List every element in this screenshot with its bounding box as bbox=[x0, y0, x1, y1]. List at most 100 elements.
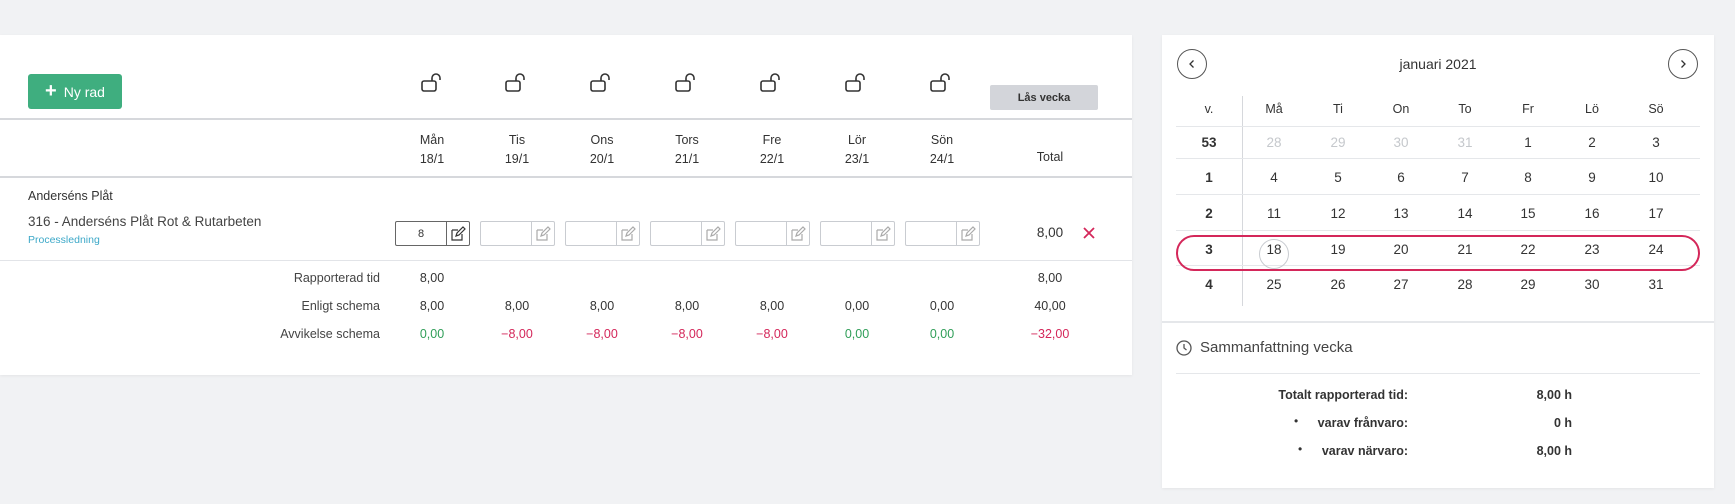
summary-value: −8,00 bbox=[671, 327, 703, 341]
total-header: Total bbox=[1036, 150, 1064, 164]
calendar-day[interactable]: 1 bbox=[1503, 135, 1553, 150]
summary-value: −8,00 bbox=[586, 327, 618, 341]
edit-icon[interactable] bbox=[531, 222, 554, 245]
hours-input[interactable] bbox=[565, 221, 640, 246]
calendar-day[interactable]: 12 bbox=[1313, 206, 1363, 221]
unlock-icon[interactable] bbox=[589, 73, 613, 93]
calendar-day[interactable]: 16 bbox=[1567, 206, 1617, 221]
edit-icon[interactable] bbox=[701, 222, 724, 245]
calendar-day[interactable]: 7 bbox=[1440, 170, 1490, 185]
hours-input[interactable] bbox=[735, 221, 810, 246]
deviation-label: Avvikelse schema bbox=[280, 327, 380, 341]
bullet: • bbox=[1294, 414, 1299, 428]
calendar-day[interactable]: 30 bbox=[1376, 135, 1426, 150]
new-row-label: Ny rad bbox=[63, 83, 105, 100]
task-name: 316 - Anderséns Plåt Rot & Rutarbeten bbox=[28, 214, 262, 229]
weekday-header: Ti bbox=[1333, 102, 1343, 116]
divider bbox=[0, 176, 1132, 178]
divider bbox=[1176, 126, 1700, 127]
hours-input[interactable]: 8 bbox=[395, 221, 470, 246]
edit-icon[interactable] bbox=[446, 222, 469, 245]
hours-input[interactable] bbox=[650, 221, 725, 246]
plus-icon: + bbox=[45, 79, 57, 102]
weekday-header: To bbox=[1458, 102, 1472, 116]
presence-value: 8,00 h bbox=[1536, 444, 1572, 458]
edit-icon[interactable] bbox=[616, 222, 639, 245]
unlock-icon[interactable] bbox=[674, 73, 698, 93]
summary-value: 0,00 bbox=[929, 299, 955, 313]
total-reported-value: 8,00 h bbox=[1536, 388, 1572, 402]
hours-input[interactable] bbox=[480, 221, 555, 246]
week-number[interactable]: 1 bbox=[1184, 170, 1234, 185]
row-total: 8,00 bbox=[1036, 225, 1064, 240]
calendar-day[interactable]: 14 bbox=[1440, 206, 1490, 221]
edit-icon[interactable] bbox=[786, 222, 809, 245]
selected-day-highlight bbox=[1259, 239, 1289, 269]
summary-value: 0,00 bbox=[844, 327, 870, 341]
calendar-day[interactable]: 4 bbox=[1249, 170, 1299, 185]
summary-value: 8,00 bbox=[504, 299, 530, 313]
calendar-day[interactable]: 8 bbox=[1503, 170, 1553, 185]
hours-input[interactable] bbox=[820, 221, 895, 246]
hours-input[interactable] bbox=[905, 221, 980, 246]
summary-total: 40,00 bbox=[1034, 299, 1066, 313]
selected-week-highlight bbox=[1176, 235, 1700, 271]
divider bbox=[0, 118, 1132, 120]
presence-label: varav närvaro: bbox=[1321, 444, 1408, 458]
unlock-icon[interactable] bbox=[844, 73, 868, 93]
divider bbox=[1176, 194, 1700, 195]
lock-week-button[interactable]: Lås vecka bbox=[990, 85, 1098, 110]
week-number[interactable]: 53 bbox=[1184, 135, 1234, 150]
reported-label: Rapporterad tid bbox=[293, 271, 380, 285]
calendar-day[interactable]: 15 bbox=[1503, 206, 1553, 221]
subtask-link[interactable]: Processledning bbox=[28, 234, 100, 246]
calendar-day[interactable]: 5 bbox=[1313, 170, 1363, 185]
week-column-header: v. bbox=[1204, 102, 1214, 116]
calendar-day[interactable]: 29 bbox=[1503, 277, 1553, 292]
summary-value: 8,00 bbox=[759, 299, 785, 313]
calendar-day[interactable]: 10 bbox=[1631, 170, 1681, 185]
summary-value: 8,00 bbox=[419, 299, 445, 313]
absence-value: 0 h bbox=[1553, 416, 1572, 430]
calendar-day[interactable]: 29 bbox=[1313, 135, 1363, 150]
unlock-icon[interactable] bbox=[504, 73, 528, 93]
divider bbox=[1176, 230, 1700, 231]
unlock-icon[interactable] bbox=[759, 73, 783, 93]
summary-value: −8,00 bbox=[501, 327, 533, 341]
new-row-button[interactable]: + Ny rad bbox=[28, 74, 122, 109]
calendar-day[interactable]: 27 bbox=[1376, 277, 1426, 292]
edit-icon[interactable] bbox=[871, 222, 894, 245]
calendar-day[interactable]: 28 bbox=[1440, 277, 1490, 292]
calendar-day[interactable]: 6 bbox=[1376, 170, 1426, 185]
calendar-day[interactable]: 13 bbox=[1376, 206, 1426, 221]
week-number[interactable]: 2 bbox=[1184, 206, 1234, 221]
calendar-day[interactable]: 30 bbox=[1567, 277, 1617, 292]
project-name: Anderséns Plåt bbox=[28, 189, 113, 203]
day-header: Lör 23/1 bbox=[844, 133, 870, 166]
next-month-button[interactable] bbox=[1668, 49, 1698, 79]
summary-value: 0,00 bbox=[929, 327, 955, 341]
calendar-day[interactable]: 9 bbox=[1567, 170, 1617, 185]
edit-icon[interactable] bbox=[956, 222, 979, 245]
week-summary-title: Sammanfattning vecka bbox=[1176, 339, 1353, 356]
total-reported-label: Totalt rapporterad tid: bbox=[1278, 388, 1408, 402]
calendar-day[interactable]: 3 bbox=[1631, 135, 1681, 150]
month-label: januari 2021 bbox=[1399, 56, 1477, 72]
unlock-icon[interactable] bbox=[420, 73, 444, 93]
calendar-day[interactable]: 31 bbox=[1440, 135, 1490, 150]
summary-value: −8,00 bbox=[756, 327, 788, 341]
unlock-icon[interactable] bbox=[929, 73, 953, 93]
summary-value: 0,00 bbox=[419, 327, 445, 341]
delete-row-button[interactable] bbox=[1080, 222, 1098, 244]
week-number[interactable]: 4 bbox=[1184, 277, 1234, 292]
calendar-day[interactable]: 17 bbox=[1631, 206, 1681, 221]
calendar-day[interactable]: 2 bbox=[1567, 135, 1617, 150]
calendar-day[interactable]: 11 bbox=[1249, 206, 1299, 221]
calendar-day[interactable]: 28 bbox=[1249, 135, 1299, 150]
calendar-day[interactable]: 25 bbox=[1249, 277, 1299, 292]
calendar-day[interactable]: 31 bbox=[1631, 277, 1681, 292]
divider bbox=[1162, 321, 1714, 323]
calendar-day[interactable]: 26 bbox=[1313, 277, 1363, 292]
timesheet-panel: + Ny rad Lås vecka Mån 18/1 Tis 19/1 Ons 20… bbox=[0, 35, 1132, 375]
chevron-right-icon bbox=[1681, 60, 1686, 68]
